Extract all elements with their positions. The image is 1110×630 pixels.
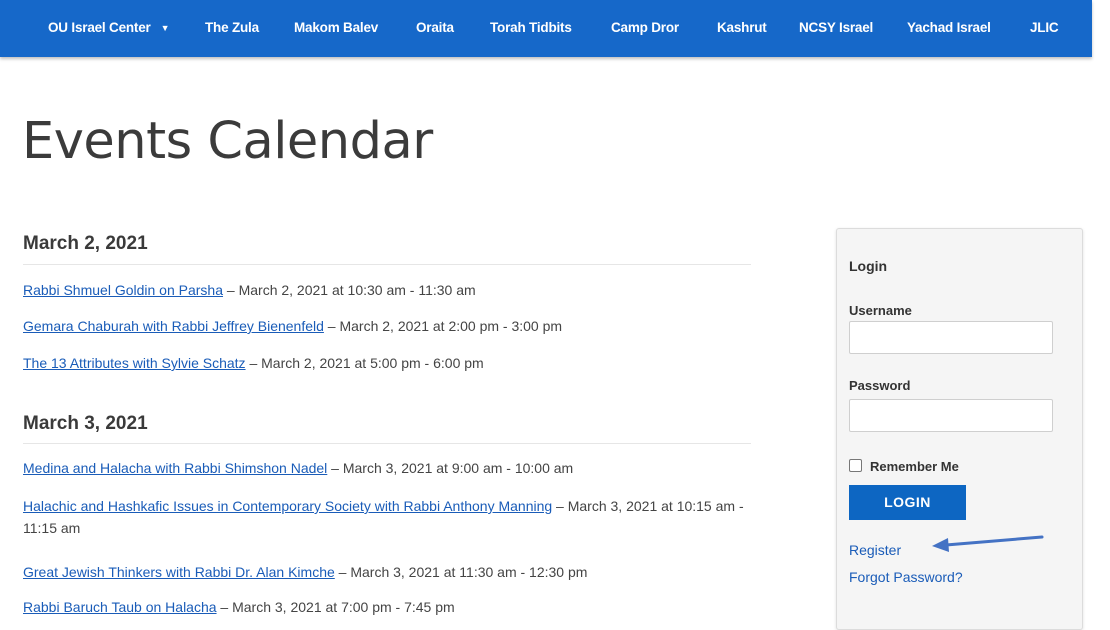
nav-item-jlic[interactable]: JLIC [1030, 20, 1059, 35]
event-link[interactable]: Gemara Chaburah with Rabbi Jeffrey Biene… [23, 318, 324, 334]
event-item: Medina and Halacha with Rabbi Shimshon N… [23, 457, 753, 479]
event-time: – March 2, 2021 at 5:00 pm - 6:00 pm [245, 355, 484, 371]
nav-item-oraita[interactable]: Oraita [416, 20, 454, 35]
day-heading: March 2, 2021 [23, 233, 148, 254]
nav-item-torah-tidbits[interactable]: Torah Tidbits [490, 20, 572, 35]
forgot-password-link[interactable]: Forgot Password? [849, 569, 963, 585]
event-link[interactable]: Halachic and Hashkafic Issues in Contemp… [23, 498, 552, 514]
nav-item-yachad-israel[interactable]: Yachad Israel [907, 20, 991, 35]
login-button[interactable]: LOGIN [849, 485, 966, 520]
event-link[interactable]: Rabbi Baruch Taub on Halacha [23, 599, 217, 615]
page-title: Events Calendar [22, 112, 433, 171]
event-time: – March 2, 2021 at 10:30 am - 11:30 am [223, 282, 476, 298]
register-link[interactable]: Register [849, 542, 901, 558]
top-navigation: OU Israel Center ▼ The Zula Makom Balev O… [0, 0, 1092, 57]
event-time: – March 3, 2021 at 11:30 am - 12:30 pm [334, 564, 588, 580]
password-field[interactable] [849, 399, 1053, 432]
password-label: Password [849, 378, 911, 393]
event-item: Gemara Chaburah with Rabbi Jeffrey Biene… [23, 315, 753, 337]
event-link[interactable]: Great Jewish Thinkers with Rabbi Dr. Ala… [23, 564, 335, 580]
event-item: Halachic and Hashkafic Issues in Contemp… [23, 495, 753, 539]
event-item: Great Jewish Thinkers with Rabbi Dr. Ala… [23, 561, 753, 583]
event-time: – March 3, 2021 at 9:00 am - 10:00 am [327, 460, 574, 476]
nav-item-the-zula[interactable]: The Zula [205, 20, 259, 35]
nav-item-label: OU Israel Center [48, 20, 151, 35]
remember-me-checkbox[interactable] [849, 459, 862, 472]
annotation-arrow-icon [932, 535, 1044, 552]
login-widget: Login Username Password Remember Me LOGI… [836, 228, 1083, 630]
event-item: Rabbi Shmuel Goldin on Parsha – March 2,… [23, 279, 753, 301]
nav-item-kashrut[interactable]: Kashrut [717, 20, 767, 35]
event-link[interactable]: The 13 Attributes with Sylvie Schatz [23, 355, 246, 371]
login-title: Login [849, 258, 888, 274]
event-item: Rabbi Baruch Taub on Halacha – March 3, … [23, 596, 753, 618]
nav-item-ncsy-israel[interactable]: NCSY Israel [799, 20, 873, 35]
event-time: – March 3, 2021 at 7:00 pm - 7:45 pm [216, 599, 455, 615]
event-link[interactable]: Medina and Halacha with Rabbi Shimshon N… [23, 460, 327, 476]
divider [23, 443, 751, 444]
event-time: – March 2, 2021 at 2:00 pm - 3:00 pm [323, 318, 563, 334]
chevron-down-icon[interactable]: ▼ [161, 23, 170, 33]
remember-me[interactable]: Remember Me [849, 459, 959, 474]
nav-item-camp-dror[interactable]: Camp Dror [611, 20, 679, 35]
nav-item-ou-israel-center[interactable]: OU Israel Center ▼ [48, 20, 170, 35]
divider [23, 264, 751, 265]
username-field[interactable] [849, 321, 1053, 354]
username-label: Username [849, 303, 912, 318]
nav-item-makom-balev[interactable]: Makom Balev [294, 20, 378, 35]
event-link[interactable]: Rabbi Shmuel Goldin on Parsha [23, 282, 223, 298]
day-heading: March 3, 2021 [23, 413, 148, 434]
event-item: The 13 Attributes with Sylvie Schatz – M… [23, 352, 753, 374]
remember-me-label: Remember Me [870, 459, 959, 474]
